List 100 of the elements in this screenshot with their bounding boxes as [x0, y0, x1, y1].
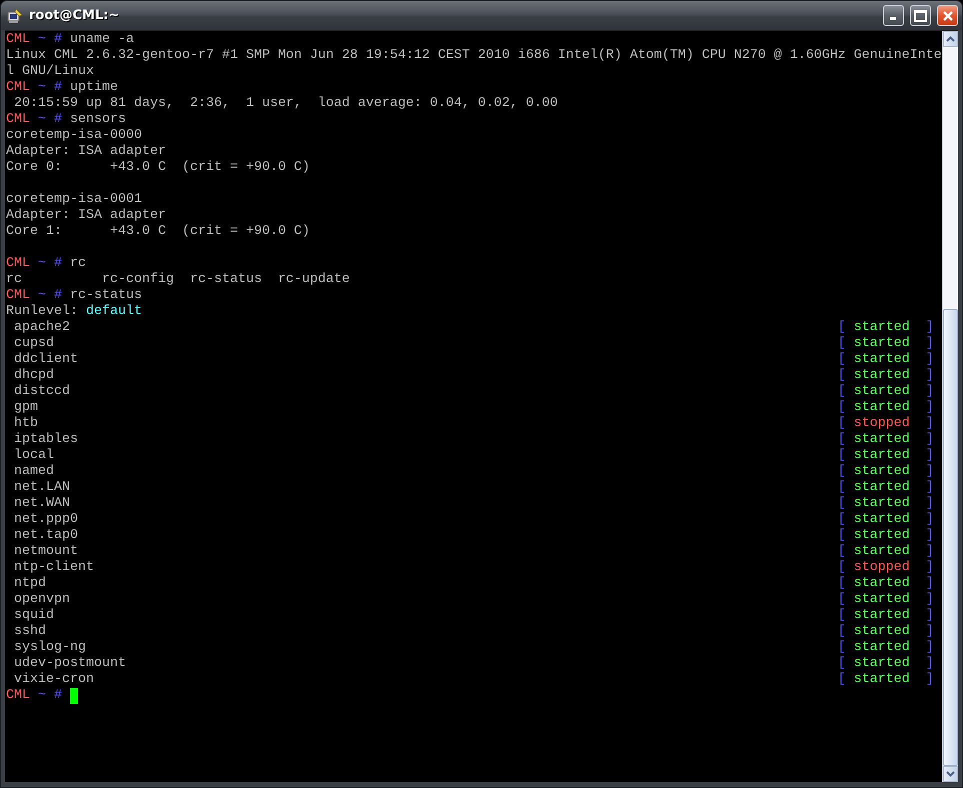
service-status: stopped — [854, 560, 911, 576]
prompt-directory: ~ — [38, 32, 46, 48]
service-status: started — [854, 528, 911, 544]
open-bracket: [ — [838, 576, 846, 592]
terminal-app-icon — [7, 8, 23, 24]
open-bracket: [ — [838, 336, 846, 352]
open-bracket: [ — [838, 608, 846, 624]
service-status: started — [854, 544, 911, 560]
service-status: started — [854, 464, 911, 480]
open-bracket: [ — [838, 544, 846, 560]
prompt-sign: # — [54, 688, 62, 704]
command-text: uptime — [68, 80, 118, 96]
minimize-button[interactable] — [883, 5, 904, 26]
window-title: root@CML:~ — [29, 8, 120, 23]
prompt-directory: ~ — [38, 112, 46, 128]
service-name: vixie-cron — [12, 672, 95, 688]
prompt-directory: ~ — [38, 256, 46, 272]
scroll-down-button[interactable] — [942, 766, 958, 782]
open-bracket: [ — [838, 400, 846, 416]
prompt-directory: ~ — [38, 80, 46, 96]
close-button[interactable] — [937, 5, 958, 26]
service-status: started — [854, 400, 911, 416]
open-bracket: [ — [838, 656, 846, 672]
open-bracket: [ — [838, 384, 846, 400]
close-icon — [942, 10, 954, 22]
prompt-sign: # — [54, 112, 62, 128]
open-bracket: [ — [838, 640, 846, 656]
open-bracket: [ — [838, 416, 846, 432]
close-bracket: ] — [926, 560, 934, 576]
open-bracket: [ — [838, 624, 846, 640]
output-line: l GNU/Linux — [6, 64, 94, 80]
scrollbar-thumb[interactable] — [942, 309, 958, 766]
close-bracket: ] — [926, 640, 934, 656]
service-status: started — [854, 448, 911, 464]
service-name: dhcpd — [12, 368, 55, 384]
runlevel-value: default — [86, 304, 142, 320]
open-bracket: [ — [838, 560, 846, 576]
prompt-host: CML — [6, 256, 30, 272]
output-line: coretemp-isa-0000 — [6, 128, 142, 144]
open-bracket: [ — [838, 672, 846, 688]
vertical-scrollbar[interactable] — [942, 31, 958, 782]
prompt-sign: # — [54, 32, 62, 48]
prompt-host: CML — [6, 288, 30, 304]
service-name: apache2 — [12, 320, 71, 336]
close-bracket: ] — [926, 544, 934, 560]
output-line: coretemp-isa-0001 — [6, 192, 142, 208]
service-status: started — [854, 512, 911, 528]
service-name: distccd — [12, 384, 71, 400]
service-status: started — [854, 480, 911, 496]
service-status: started — [854, 336, 911, 352]
open-bracket: [ — [838, 512, 846, 528]
service-name: ntpd — [12, 576, 47, 592]
open-bracket: [ — [838, 432, 846, 448]
close-bracket: ] — [926, 320, 934, 336]
command-text: sensors — [68, 112, 126, 128]
service-status: started — [854, 352, 911, 368]
service-status: started — [854, 432, 911, 448]
open-bracket: [ — [838, 464, 846, 480]
scroll-up-button[interactable] — [942, 31, 958, 47]
close-bracket: ] — [926, 512, 934, 528]
service-name: cupsd — [12, 336, 55, 352]
output-line: Adapter: ISA adapter — [6, 208, 166, 224]
prompt-host: CML — [6, 112, 30, 128]
open-bracket: [ — [838, 496, 846, 512]
service-name: ntp-client — [12, 560, 95, 576]
close-bracket: ] — [926, 352, 934, 368]
service-name: net.tap0 — [12, 528, 79, 544]
command-text: rc-status — [68, 288, 142, 304]
service-name: named — [12, 464, 55, 480]
service-status: started — [854, 592, 911, 608]
service-name: net.ppp0 — [12, 512, 79, 528]
close-bracket: ] — [926, 400, 934, 416]
close-bracket: ] — [926, 496, 934, 512]
service-status: started — [854, 656, 911, 672]
output-line: 20:15:59 up 81 days, 2:36, 1 user, load average: 0.04, 0.02, 0.00 — [12, 96, 558, 112]
service-status: stopped — [854, 416, 911, 432]
open-bracket: [ — [838, 352, 846, 368]
service-name: gpm — [12, 400, 39, 416]
service-name: syslog-ng — [12, 640, 87, 656]
chevron-up-icon — [946, 36, 955, 42]
close-bracket: ] — [926, 576, 934, 592]
service-name: ddclient — [12, 352, 79, 368]
output-line: Adapter: ISA adapter — [6, 144, 166, 160]
maximize-button[interactable] — [910, 5, 931, 26]
service-name: squid — [12, 608, 55, 624]
maximize-icon — [914, 10, 927, 22]
prompt-host: CML — [6, 32, 30, 48]
prompt-sign: # — [54, 256, 62, 272]
service-status: started — [854, 496, 911, 512]
service-name: iptables — [12, 432, 79, 448]
close-bracket: ] — [926, 480, 934, 496]
service-status: started — [854, 624, 911, 640]
close-bracket: ] — [926, 672, 934, 688]
service-name: openvpn — [12, 592, 71, 608]
service-status: started — [854, 608, 911, 624]
open-bracket: [ — [838, 528, 846, 544]
output-line: Core 1: +43.0 C (crit = +90.0 C) — [6, 224, 310, 240]
service-status: started — [854, 672, 911, 688]
prompt-sign: # — [54, 288, 62, 304]
close-bracket: ] — [926, 416, 934, 432]
